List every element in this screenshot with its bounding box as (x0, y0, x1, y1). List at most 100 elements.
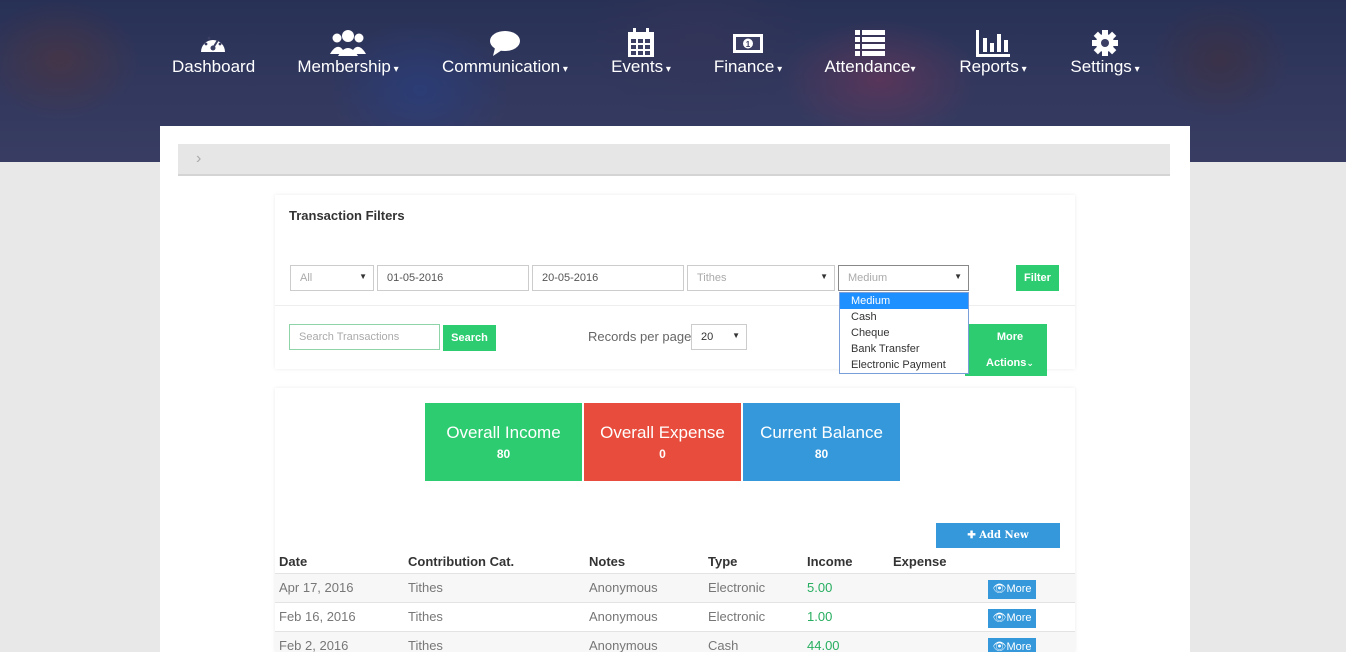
dropdown-arrow-icon: ▼ (359, 272, 367, 281)
svg-text:1: 1 (746, 40, 751, 49)
transactions-summary-card: Overall Income 80 Overall Expense 0 Curr… (275, 388, 1075, 652)
nav-reports[interactable]: Reports ▾ (958, 28, 1028, 84)
col-header-expense[interactable]: Expense (893, 554, 946, 569)
medium-option[interactable]: Cheque (840, 325, 968, 341)
records-per-page-label: Records per page (588, 329, 692, 344)
cell-type: Cash (708, 638, 739, 652)
medium-option[interactable]: Cash (840, 309, 968, 325)
chevron-down-icon: ⌄ (1026, 358, 1034, 368)
more-label: More (1006, 641, 1032, 652)
cell-income: 1.00 (807, 609, 833, 624)
nav-label: Communication (442, 57, 561, 76)
nav-communication[interactable]: Communication ▾ (442, 28, 568, 84)
eye-icon: 👁 (992, 641, 1007, 652)
transaction-filters-card: Transaction Filters All ▼ 01-05-2016 20-0… (275, 195, 1075, 376)
nav-attendance[interactable]: Attendance▾ (824, 28, 916, 84)
cell-type: Electronic (708, 609, 766, 624)
dropdown-arrow-icon: ▼ (820, 272, 828, 281)
cell-income: 44.00 (807, 638, 840, 652)
tile-value: 80 (496, 447, 511, 461)
caret: ▾ (663, 64, 671, 75)
col-header-date[interactable]: Date (279, 554, 307, 569)
caret: ▾ (390, 64, 399, 75)
more-button[interactable]: 👁More (988, 638, 1036, 652)
bar-chart-icon (976, 30, 1010, 57)
medium-option[interactable]: Medium (840, 293, 968, 309)
cell-notes: Anonymous (589, 580, 658, 595)
medium-dropdown-list: Medium Cash Cheque Bank Transfer Electro… (839, 292, 969, 374)
overall-expense-tile: Overall Expense 0 (584, 403, 741, 481)
nav-label: Finance (713, 57, 775, 76)
list-icon (855, 30, 885, 56)
nav-label: Attendance (824, 57, 911, 76)
table-row: Apr 17, 2016 Tithes Anonymous Electronic… (275, 573, 1075, 602)
current-balance-tile: Current Balance 80 (743, 403, 900, 481)
medium-option[interactable]: Bank Transfer (840, 341, 968, 357)
medium-select[interactable]: Medium ▼ (838, 265, 969, 291)
cell-type: Electronic (708, 580, 766, 595)
cell-category: Tithes (408, 580, 443, 595)
nav-label: Membership (297, 57, 391, 76)
filters-title: Transaction Filters (289, 208, 405, 223)
col-header-notes[interactable]: Notes (589, 554, 625, 569)
col-header-income[interactable]: Income (807, 554, 853, 569)
category-select[interactable]: Tithes ▼ (687, 265, 835, 291)
col-header-type[interactable]: Type (708, 554, 737, 569)
main-nav: Dashboard Membership ▾ Communication ▾ E… (0, 28, 1346, 88)
search-button[interactable]: Search (443, 325, 496, 351)
nav-events[interactable]: Events ▾ (610, 28, 672, 84)
cell-category: Tithes (408, 609, 443, 624)
tile-title: Overall Income (446, 423, 561, 442)
select-value: Medium (848, 272, 888, 284)
more-label: More (1006, 583, 1032, 595)
caret: ▾ (774, 64, 783, 75)
breadcrumb: › (178, 144, 1170, 176)
date-to-input[interactable]: 20-05-2016 (532, 265, 684, 291)
cell-date: Apr 17, 2016 (279, 580, 354, 595)
members-icon (330, 30, 366, 56)
nav-label: Events (611, 57, 664, 76)
col-header-category[interactable]: Contribution Cat. (408, 554, 514, 569)
nav-membership[interactable]: Membership ▾ (296, 28, 400, 84)
table-row: Feb 16, 2016 Tithes Anonymous Electronic… (275, 602, 1075, 631)
caret: ▾ (560, 64, 568, 75)
select-value: Tithes (697, 272, 727, 284)
more-label: More (1006, 612, 1032, 624)
nav-label: Dashboard (172, 57, 256, 76)
add-new-transaction-button[interactable]: ✚ Add New Transaction (936, 523, 1060, 566)
cell-income: 5.00 (807, 580, 833, 595)
nav-label: Settings (1070, 57, 1132, 76)
filter-button[interactable]: Filter (1016, 265, 1059, 291)
select-value: 20 (701, 331, 714, 343)
tile-title: Overall Expense (600, 423, 725, 442)
nav-label: Reports (959, 57, 1019, 76)
cell-notes: Anonymous (589, 609, 658, 624)
cell-date: Feb 2, 2016 (279, 638, 349, 652)
more-button[interactable]: 👁More (988, 580, 1036, 599)
chat-icon (490, 31, 520, 56)
caret: ▾ (1018, 64, 1027, 75)
more-actions-button[interactable]: More Actions⌄ (965, 324, 1047, 376)
main-panel: › Transaction Filters All ▼ 01-05-2016 20… (160, 126, 1190, 652)
records-per-page-select[interactable]: 20 ▼ (691, 324, 747, 350)
date-from-input[interactable]: 01-05-2016 (377, 265, 529, 291)
nav-finance[interactable]: 1 Finance ▾ (713, 28, 783, 84)
more-button[interactable]: 👁More (988, 609, 1036, 628)
cell-notes: Anonymous (589, 638, 658, 652)
eye-icon: 👁 (992, 583, 1007, 595)
more-actions-label: More Actions (986, 331, 1027, 369)
select-value: All (300, 272, 313, 284)
eye-icon: 👁 (992, 612, 1007, 624)
dropdown-arrow-icon: ▼ (732, 331, 740, 340)
search-input[interactable]: Search Transactions (289, 324, 440, 350)
tile-value: 0 (659, 447, 666, 461)
nav-settings[interactable]: Settings ▾ (1068, 28, 1142, 84)
cell-date: Feb 16, 2016 (279, 609, 356, 624)
money-icon: 1 (733, 34, 763, 53)
type-select[interactable]: All ▼ (290, 265, 374, 291)
overall-income-tile: Overall Income 80 (425, 403, 582, 481)
tile-value: 80 (814, 447, 829, 461)
nav-dashboard[interactable]: Dashboard (172, 28, 256, 84)
medium-option[interactable]: Electronic Payment (840, 357, 968, 373)
table-row: Feb 2, 2016 Tithes Anonymous Cash 44.00 … (275, 631, 1075, 652)
